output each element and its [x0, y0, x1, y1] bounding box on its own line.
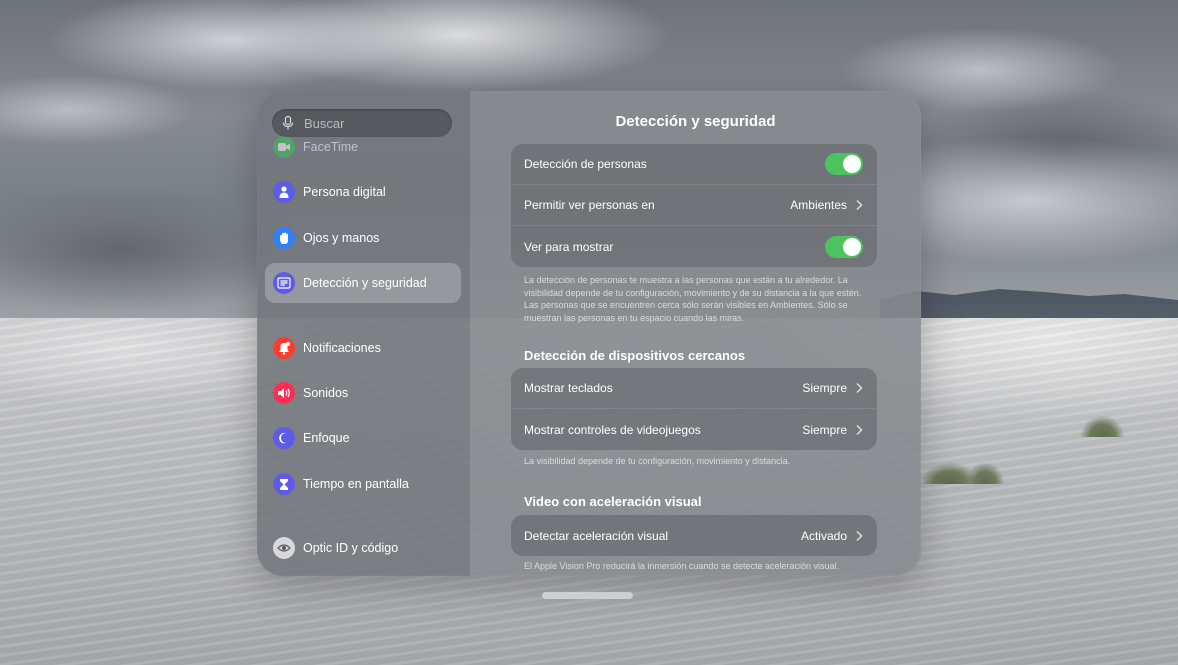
hand-icon	[273, 227, 295, 249]
row-detect-motion[interactable]: Detectar aceleración visual Activado	[511, 515, 877, 556]
page-title: Detección y seguridad	[615, 113, 776, 130]
sidebar-item-label: Enfoque	[303, 431, 350, 445]
row-people-detection[interactable]: Detección de personas	[511, 144, 877, 185]
settings-window: FaceTime Persona digital Ojos y manos De…	[257, 91, 921, 576]
people-awareness-group: Detección de personas Permitir ver perso…	[511, 144, 877, 267]
row-value-text: Ambientes	[790, 198, 847, 212]
hourglass-icon	[273, 473, 295, 495]
chevron-right-icon	[856, 424, 863, 435]
shrub	[1080, 415, 1125, 437]
search-bar[interactable]	[272, 109, 452, 137]
nearby-devices-group: Mostrar teclados Siempre Mostrar control…	[511, 368, 877, 450]
row-label: Ver para mostrar	[524, 239, 614, 254]
sidebar-item-label: FaceTime	[303, 140, 359, 154]
sidebar-item-persona-digital[interactable]: Persona digital	[265, 172, 461, 212]
facetime-icon	[273, 136, 295, 158]
toggle-knob	[843, 155, 861, 173]
chevron-right-icon	[856, 382, 863, 394]
shrub	[965, 462, 1005, 484]
row-label: Detectar aceleración visual	[524, 528, 669, 543]
row-show-controllers[interactable]: Mostrar controles de videojuegos Siempre	[511, 409, 877, 450]
bell-icon	[273, 337, 295, 359]
section-header-visual-motion: Video con aceleración visual	[524, 494, 702, 509]
visual-motion-footer: El Apple Vision Pro reducirá la inmersió…	[524, 561, 840, 571]
main-pane: Detección y seguridad Detección de perso…	[470, 91, 921, 576]
chevron-right-icon	[856, 199, 863, 211]
speaker-icon	[273, 382, 295, 404]
row-show-keyboards[interactable]: Mostrar teclados Siempre	[511, 368, 877, 409]
row-value-text: Activado	[800, 528, 847, 543]
section-header-nearby-devices: Detección de dispositivos cercanos	[524, 348, 746, 363]
optic-id-icon	[273, 537, 295, 559]
detection-icon	[273, 272, 295, 294]
window-grabber[interactable]	[542, 592, 633, 599]
sidebar-item-tiempo-en-pantalla[interactable]: Tiempo en pantalla	[265, 464, 461, 504]
row-value-text: Siempre	[802, 381, 847, 395]
sidebar-item-label: Optic ID y código	[303, 541, 399, 555]
row-value-text: Siempre	[802, 422, 847, 437]
look-to-reveal-toggle[interactable]	[825, 235, 863, 258]
row-value: Siempre	[802, 381, 863, 395]
visual-motion-group: Detectar aceleración visual Activado	[511, 515, 877, 556]
sidebar-item-label: Ojos y manos	[303, 231, 380, 245]
moon-icon	[273, 427, 295, 449]
row-label: Mostrar controles de videojuegos	[524, 422, 701, 437]
nearby-devices-footer: La visibilidad depende de tu configuraci…	[524, 456, 791, 466]
sidebar-item-deteccion-y-seguridad[interactable]: Detección y seguridad	[265, 263, 461, 303]
sidebar-item-label: Detección y seguridad	[303, 276, 427, 290]
sidebar-item-optic-id[interactable]: Optic ID y código	[265, 528, 461, 568]
row-value: Siempre	[802, 423, 863, 437]
sidebar-item-label: Notificaciones	[303, 341, 381, 355]
sidebar-item-sonidos[interactable]: Sonidos	[265, 373, 461, 413]
people-detection-toggle[interactable]	[825, 153, 863, 175]
search-input[interactable]	[304, 115, 444, 131]
row-label: Permitir ver personas en	[524, 198, 655, 212]
row-label: Detección de personas	[524, 157, 647, 171]
microphone-icon[interactable]	[282, 116, 294, 130]
persona-icon	[273, 181, 295, 203]
sidebar-item-label: Tiempo en pantalla	[303, 477, 409, 491]
row-value: Ambientes	[790, 198, 863, 212]
sidebar-item-label: Persona digital	[303, 185, 386, 199]
toggle-knob	[843, 237, 861, 256]
chevron-right-icon	[856, 530, 863, 541]
row-label: Mostrar teclados	[524, 381, 613, 395]
sidebar: FaceTime Persona digital Ojos y manos De…	[257, 91, 470, 576]
row-look-to-reveal[interactable]: Ver para mostrar	[511, 226, 877, 267]
sidebar-item-enfoque[interactable]: Enfoque	[265, 418, 461, 458]
row-allow-see-people[interactable]: Permitir ver personas en Ambientes	[511, 185, 877, 226]
sidebar-item-ojos-y-manos[interactable]: Ojos y manos	[265, 218, 461, 258]
sidebar-item-label: Sonidos	[303, 386, 349, 400]
sidebar-item-notificaciones[interactable]: Notificaciones	[265, 328, 461, 368]
people-detection-footer: La detección de personas te muestra a la…	[524, 275, 862, 323]
row-value: Activado	[801, 529, 863, 543]
